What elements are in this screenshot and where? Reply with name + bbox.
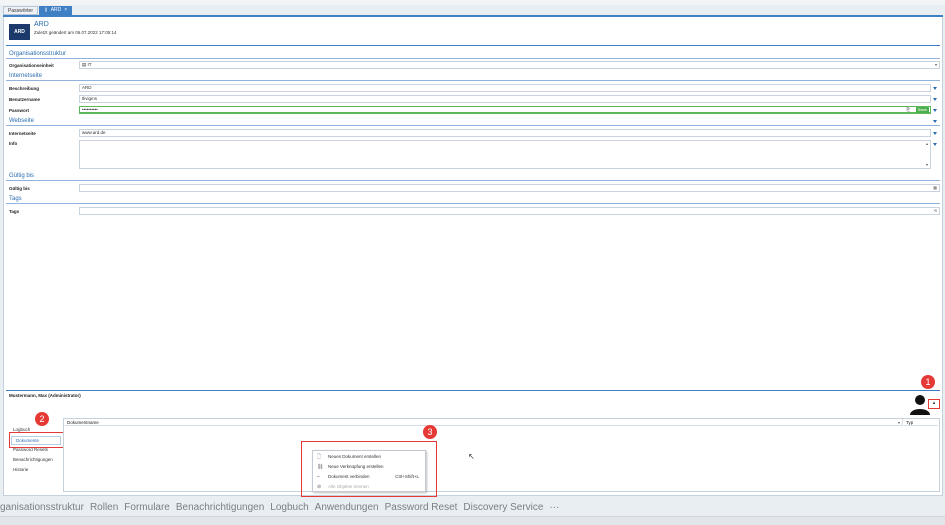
section-title-internet: Internetseite [9, 73, 43, 79]
info-textarea[interactable]: ▴ ▾ [79, 140, 931, 169]
chevron-down-icon: ▾ [934, 62, 937, 67]
tab-passwords[interactable]: Passwörter [3, 6, 39, 15]
field-menu-icon[interactable] [933, 109, 937, 112]
expand-button[interactable]: ▴ [928, 399, 940, 409]
paperclip-icon: ⎯ [317, 474, 320, 480]
tab-ard[interactable]: ⚷ ARD × [39, 6, 73, 15]
section-line [6, 58, 940, 59]
tab-label: ARD [50, 7, 62, 13]
highlight-box-2 [9, 432, 64, 448]
menu-item-label: Neue Verknüpfung erstellen [328, 464, 384, 469]
context-menu: 🗋 Neues Dokument erstellen ⛓ Neue Verknü… [312, 450, 426, 492]
close-icon[interactable]: × [64, 6, 67, 15]
module-notifications[interactable]: Benachrichtigungen [176, 502, 264, 513]
description-field[interactable]: ARD [79, 84, 931, 92]
url-field[interactable]: www.ard.de [79, 129, 931, 137]
status-bar [0, 516, 945, 525]
column-type[interactable]: Typ [904, 419, 938, 426]
marker-3: 3 [423, 425, 437, 439]
tags-field[interactable]: ⟲ [79, 207, 940, 215]
panel-accent-bar [3, 15, 943, 17]
scroll-up-icon[interactable]: ▴ [926, 141, 928, 147]
module-bar: ganisationsstruktur Rollen Formulare Ben… [0, 499, 945, 515]
section-line [6, 125, 940, 126]
nav-item-notifications[interactable]: Benachrichtigungen [9, 455, 63, 465]
menu-item-label: Dokument verbinden [328, 474, 370, 479]
section-menu-icon[interactable] [933, 120, 937, 123]
record-last-modified: Zuletzt geändert am 06.07.2022 17:05:14 [34, 30, 117, 35]
org-unit-select[interactable]: ▤ IT ▾ [79, 61, 940, 69]
password-field[interactable]: •••••••••• ⎘ Stark [79, 106, 931, 114]
record-logo: ARD [9, 24, 30, 40]
valid-until-field[interactable]: ▦ [79, 184, 940, 192]
module-org-structure[interactable]: ganisationsstruktur [0, 502, 84, 513]
field-menu-icon[interactable] [933, 143, 937, 146]
tab-label: Passwörter [8, 8, 34, 14]
header-separator [6, 45, 940, 46]
key-icon: ⚷ [44, 7, 48, 13]
record-title: ARD [34, 21, 49, 28]
password-label: Passwort [9, 108, 30, 113]
section-title-org: Organisationsstruktur [9, 51, 67, 57]
scroll-down-icon[interactable]: ▾ [926, 162, 928, 168]
section-title-website: Webseite [9, 118, 34, 124]
username-field[interactable]: tlivigms [79, 95, 931, 103]
password-strength-badge: Stark [915, 107, 929, 113]
module-forms[interactable]: Formulare [124, 502, 170, 513]
filter-icon[interactable]: ▾ [898, 419, 900, 426]
module-applications[interactable]: Anwendungen [315, 502, 379, 513]
section-line [6, 203, 940, 204]
username-label: Benutzername [9, 97, 41, 102]
menu-item-new-document[interactable]: 🗋 Neues Dokument erstellen [313, 452, 427, 462]
field-menu-icon[interactable] [933, 132, 937, 135]
description-label: Beschreibung [9, 86, 40, 91]
owner-name: Mustermann, Max (Administrator) [9, 393, 81, 398]
menu-item-label: Neues Dokument erstellen [328, 454, 382, 459]
nav-item-history[interactable]: Historie [9, 465, 63, 475]
column-document-name[interactable]: Dokumentname ▾ [65, 419, 903, 426]
footer-separator [6, 390, 940, 391]
more-modules-button[interactable]: ··· [549, 502, 559, 513]
menu-item-connect-document[interactable]: ⎯ Dokument verbinden Ctrl+Shift+L [313, 472, 427, 482]
menu-item-shortcut: Ctrl+Shift+L [395, 474, 419, 479]
link-icon: ⛓ [317, 464, 324, 470]
info-label: Info [9, 141, 18, 146]
password-value: •••••••••• [82, 107, 98, 112]
documents-grid[interactable] [63, 418, 940, 492]
tags-label: Tags [9, 209, 20, 214]
unlink-icon: ⊘ [317, 484, 322, 490]
field-menu-icon[interactable] [933, 98, 937, 101]
module-roles[interactable]: Rollen [90, 502, 118, 513]
menu-item-disconnect-all: ⊘ Alle Objekte trennen [313, 482, 427, 492]
column-label: Dokumentname [67, 420, 99, 425]
section-line [6, 80, 940, 81]
field-menu-icon[interactable] [933, 87, 937, 90]
module-discovery-service[interactable]: Discovery Service [463, 502, 543, 513]
tab-bar: Passwörter ⚷ ARD × [3, 6, 73, 15]
module-password-reset[interactable]: Password Reset [385, 502, 458, 513]
section-title-tags: Tags [9, 196, 22, 202]
menu-item-label: Alle Objekte trennen [328, 484, 369, 489]
section-line [6, 180, 940, 181]
mouse-cursor-icon: ↖ [468, 452, 475, 461]
marker-2: 2 [35, 412, 49, 426]
top-strip [0, 0, 945, 5]
calendar-icon[interactable]: ▦ [933, 185, 937, 191]
valid-until-label: Gültig bis [9, 186, 30, 191]
copy-icon[interactable]: ⎘ [906, 107, 910, 113]
marker-1: 1 [921, 375, 935, 389]
tag-icon[interactable]: ⟲ [934, 208, 937, 214]
section-title-valid: Gültig bis [9, 173, 35, 179]
chevron-up-icon: ▴ [932, 400, 936, 406]
url-label: Internetseite [9, 131, 36, 136]
org-unit-label: Organisationseinheit [9, 63, 54, 68]
org-unit-value: IT [87, 62, 92, 67]
menu-item-new-link[interactable]: ⛓ Neue Verknüpfung erstellen [313, 462, 427, 472]
new-document-icon: 🗋 [317, 454, 322, 460]
module-logbook[interactable]: Logbuch [270, 502, 308, 513]
